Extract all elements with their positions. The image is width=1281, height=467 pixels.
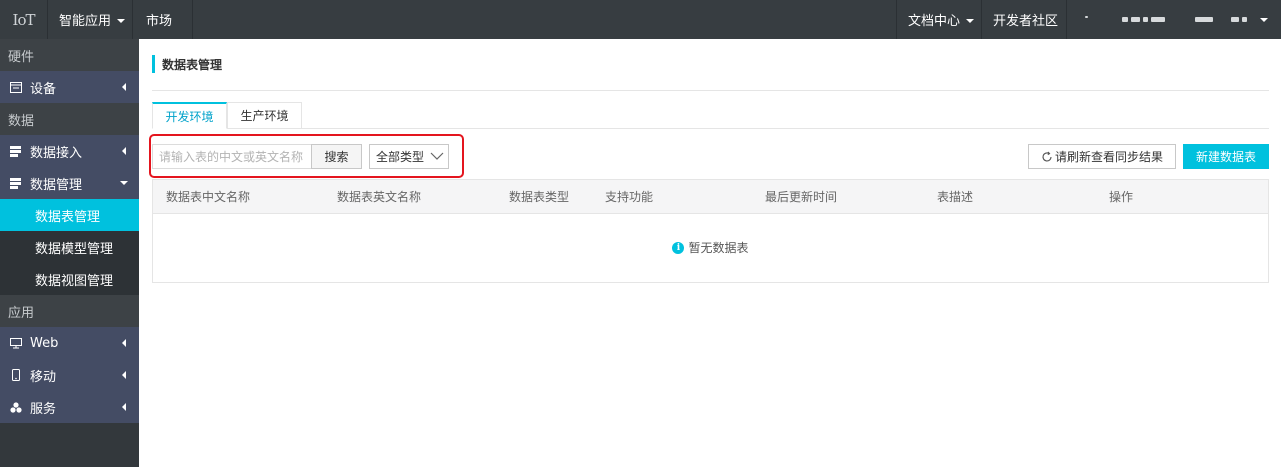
sidebar-item-label: 服务 <box>30 401 57 417</box>
sidebar-item-data-access[interactable]: 数据接入 <box>0 135 139 167</box>
redacted-text <box>1242 17 1247 22</box>
sidebar-group-data: 数据 <box>0 103 139 135</box>
redacted-text <box>1151 17 1165 22</box>
sidebar-item-service[interactable]: 服务 <box>0 391 139 423</box>
column-header: 操作 <box>1109 190 1134 204</box>
sidebar-group-app: 应用 <box>0 295 139 327</box>
sidebar-item-label: 设备 <box>30 81 57 97</box>
column-header: 数据表类型 <box>509 190 570 204</box>
tab-prod-env[interactable]: 生产环境 <box>227 102 302 129</box>
redacted-text <box>1085 15 1088 18</box>
sidebar-group-label: 应用 <box>8 305 35 321</box>
sidebar-subitem-view-manage[interactable]: 数据视图管理 <box>0 263 139 295</box>
chevron-left-icon <box>122 403 126 411</box>
empty-state: i 暂无数据表 <box>153 239 1268 256</box>
redacted-text <box>1143 17 1148 22</box>
database-icon <box>10 145 22 157</box>
device-icon <box>10 81 22 93</box>
chevron-down-icon <box>966 18 975 23</box>
cubes-icon <box>10 401 22 413</box>
sidebar: 硬件 设备 数据 数据接入 数据管理 数据表管理 数据模型管理 数据视图管理 应… <box>0 39 139 467</box>
column-header: 数据表中文名称 <box>166 190 251 204</box>
sidebar-item-data-manage[interactable]: 数据管理 <box>0 167 139 199</box>
type-select[interactable]: 全部类型 <box>369 144 449 169</box>
chevron-left-icon <box>122 83 126 91</box>
redacted-text <box>1122 17 1128 22</box>
user-chevron-down-icon[interactable] <box>1260 18 1268 22</box>
chevron-down-icon <box>430 152 444 160</box>
new-table-label: 新建数据表 <box>1195 150 1256 164</box>
sidebar-subitem-label: 数据表管理 <box>35 209 101 225</box>
sidebar-item-label: 数据接入 <box>30 145 83 161</box>
empty-state-text: 暂无数据表 <box>688 241 749 255</box>
top-bar: IoT 智能应用 市场 文档中心 开发者社区 <box>0 0 1281 39</box>
column-header: 数据表英文名称 <box>337 190 422 204</box>
new-table-button[interactable]: 新建数据表 <box>1183 144 1269 169</box>
refresh-icon <box>1042 151 1052 162</box>
chevron-left-icon <box>122 371 126 379</box>
tab-label: 开发环境 <box>165 109 214 124</box>
divider <box>152 90 1269 91</box>
app-menu[interactable]: 智能应用 <box>48 0 133 39</box>
redacted-text <box>1231 17 1239 22</box>
sidebar-item-mobile[interactable]: 移动 <box>0 359 139 391</box>
column-header: 支持功能 <box>605 190 654 204</box>
refresh-sync-button[interactable]: 请刷新查看同步结果 <box>1028 144 1176 169</box>
sidebar-item-label: Web <box>30 335 59 351</box>
page-title-text: 数据表管理 <box>162 57 223 72</box>
redacted-text <box>1131 17 1140 22</box>
sidebar-item-device[interactable]: 设备 <box>0 71 139 103</box>
monitor-icon <box>10 337 22 349</box>
mobile-icon <box>10 369 22 381</box>
tab-dev-env[interactable]: 开发环境 <box>152 102 227 129</box>
redacted-text <box>1195 17 1213 22</box>
sidebar-subitem-label: 数据模型管理 <box>35 241 114 257</box>
search-input[interactable] <box>152 144 312 169</box>
chevron-left-icon <box>122 339 126 347</box>
chevron-down-icon <box>120 181 128 185</box>
chevron-down-icon <box>117 18 126 23</box>
sidebar-subitem-table-manage[interactable]: 数据表管理 <box>0 199 139 231</box>
market-label: 市场 <box>146 14 173 29</box>
tab-label: 生产环境 <box>240 109 289 123</box>
table-header: 数据表中文名称 数据表英文名称 数据表类型 支持功能 最后更新时间 表描述 操作 <box>153 180 1268 214</box>
app-menu-label: 智能应用 <box>59 14 112 29</box>
user-account[interactable] <box>1085 0 1275 39</box>
info-icon: i <box>672 241 685 254</box>
docs-label: 文档中心 <box>908 14 961 29</box>
sidebar-group-label: 数据 <box>8 113 35 129</box>
developer-community-link[interactable]: 开发者社区 <box>982 0 1067 39</box>
developer-label: 开发者社区 <box>993 14 1059 29</box>
type-select-value: 全部类型 <box>376 150 425 164</box>
column-header: 表描述 <box>937 190 974 204</box>
refresh-sync-label: 请刷新查看同步结果 <box>1054 150 1163 164</box>
page-title: 数据表管理 <box>152 55 222 73</box>
sidebar-subitem-model-manage[interactable]: 数据模型管理 <box>0 231 139 263</box>
sidebar-item-web[interactable]: Web <box>0 327 139 359</box>
sidebar-group-hardware: 硬件 <box>0 39 139 71</box>
search-button[interactable]: 搜索 <box>311 144 362 169</box>
sidebar-subitem-label: 数据视图管理 <box>35 273 114 289</box>
chevron-left-icon <box>122 147 126 155</box>
sidebar-group-label: 硬件 <box>8 49 35 65</box>
sidebar-item-label: 移动 <box>30 369 57 385</box>
database-icon <box>10 177 22 189</box>
column-header: 最后更新时间 <box>765 190 838 204</box>
logo-text: IoT <box>12 10 36 29</box>
sidebar-footer <box>0 423 139 467</box>
sidebar-item-label: 数据管理 <box>30 177 83 193</box>
env-tabs: 开发环境 生产环境 <box>152 102 1269 129</box>
logo[interactable]: IoT <box>0 0 48 39</box>
search-button-label: 搜索 <box>324 150 349 164</box>
market-link[interactable]: 市场 <box>133 0 193 39</box>
docs-menu[interactable]: 文档中心 <box>896 0 982 39</box>
data-table: 数据表中文名称 数据表英文名称 数据表类型 支持功能 最后更新时间 表描述 操作… <box>152 179 1269 283</box>
